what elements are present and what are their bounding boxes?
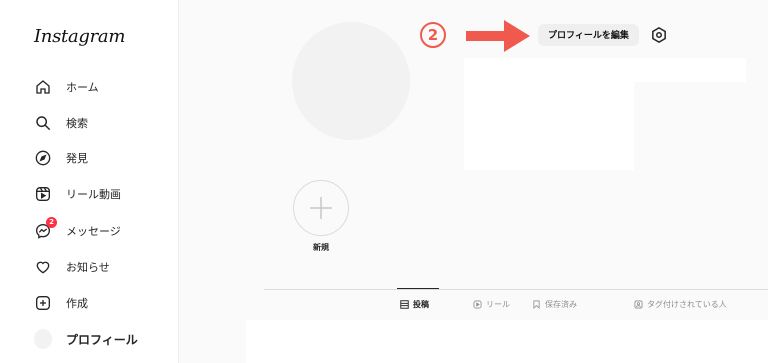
grid-icon (400, 300, 409, 309)
step-number-annotation: 2 (420, 22, 446, 48)
sidebar-item-label: お知らせ (66, 261, 110, 274)
sidebar-item-search[interactable]: 検索 (34, 112, 88, 134)
sidebar: Instagram ホーム 検索 発見 リール動画 2 メッセージ お知らせ 作… (0, 0, 179, 363)
active-tab-indicator (397, 288, 439, 289)
annotation-arrow-icon (466, 20, 530, 52)
tab-reels[interactable]: リール (473, 299, 510, 310)
sidebar-item-label: 発見 (66, 152, 88, 165)
compass-icon (34, 149, 52, 167)
posts-grid (246, 320, 768, 363)
profile-bio-redacted (464, 82, 634, 170)
reels-small-icon (473, 300, 482, 309)
notification-badge: 2 (46, 217, 57, 228)
sidebar-item-home[interactable]: ホーム (34, 76, 99, 98)
sidebar-item-label: メッセージ (66, 225, 121, 238)
sidebar-item-label: ホーム (66, 81, 99, 94)
app-root: Instagram ホーム 検索 発見 リール動画 2 メッセージ お知らせ 作… (0, 0, 768, 363)
messenger-icon: 2 (34, 217, 57, 240)
search-icon (34, 114, 52, 132)
profile-info-redacted (464, 58, 746, 82)
sidebar-item-explore[interactable]: 発見 (34, 147, 88, 169)
plus-square-icon (34, 294, 52, 312)
sidebar-item-messages[interactable]: 2 メッセージ (34, 217, 121, 242)
home-icon (34, 78, 52, 96)
sidebar-item-notifications[interactable]: お知らせ (34, 256, 110, 278)
heart-icon (34, 258, 52, 276)
sidebar-item-label: 検索 (66, 117, 88, 130)
new-highlight-button[interactable] (293, 180, 349, 236)
tab-label: リール (486, 300, 510, 309)
tab-saved[interactable]: 保存済み (532, 299, 577, 310)
tagged-icon (634, 300, 643, 309)
sidebar-item-label: 作成 (66, 297, 88, 310)
edit-profile-button[interactable]: プロフィールを編集 (538, 24, 639, 46)
profile-main: 2 プロフィールを編集 新規 投稿 リール 保存済み タグ付けされている人 (180, 0, 768, 363)
instagram-logo[interactable]: Instagram (34, 26, 125, 47)
profile-avatar[interactable] (292, 22, 410, 140)
gear-icon[interactable] (650, 26, 668, 44)
reels-icon (34, 185, 52, 203)
sidebar-item-label: リール動画 (66, 188, 121, 201)
sidebar-item-profile[interactable]: プロフィール (34, 328, 138, 350)
tab-label: 投稿 (413, 300, 429, 309)
tabs-divider (264, 289, 768, 290)
new-highlight-label: 新規 (313, 243, 329, 252)
tab-posts[interactable]: 投稿 (400, 299, 429, 310)
avatar (34, 329, 52, 349)
tab-label: 保存済み (545, 300, 577, 309)
sidebar-item-label: プロフィール (66, 332, 138, 347)
sidebar-item-create[interactable]: 作成 (34, 292, 88, 314)
tab-tagged[interactable]: タグ付けされている人 (634, 299, 727, 310)
plus-icon (310, 197, 332, 219)
bookmark-icon (533, 300, 540, 309)
sidebar-item-reels[interactable]: リール動画 (34, 183, 121, 205)
tab-label: タグ付けされている人 (647, 300, 727, 309)
